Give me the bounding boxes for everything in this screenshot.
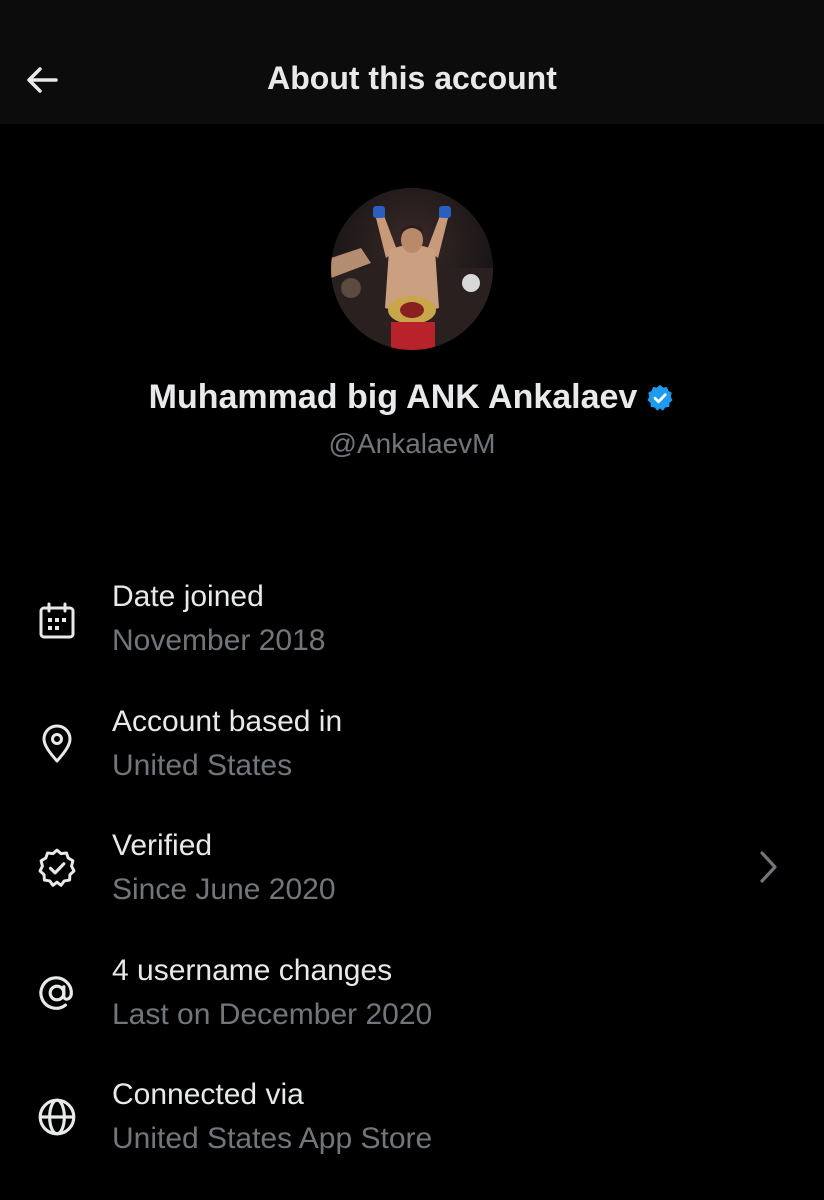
detail-value: Since June 2020 [112, 873, 336, 906]
verified-badge-icon[interactable] [645, 383, 675, 413]
detail-label: Account based in [112, 705, 343, 738]
detail-row-account-based-in: Account based in United States [0, 703, 824, 803]
display-name: Muhammad big ANK Ankalaev [148, 378, 638, 416]
detail-value: United States App Store [112, 1122, 433, 1155]
detail-row-username-changes: 4 username changes Last on December 2020 [0, 952, 824, 1052]
detail-label: Connected via [112, 1078, 304, 1111]
detail-row-date-joined: Date joined November 2018 [0, 578, 824, 678]
detail-value: Last on December 2020 [112, 998, 433, 1031]
location-pin-icon [34, 721, 80, 767]
detail-row-connected-via: Connected via United States App Store [0, 1076, 824, 1176]
detail-value: November 2018 [112, 624, 326, 657]
display-name-row: Muhammad big ANK Ankalaev [0, 378, 824, 417]
detail-value: United States [112, 749, 293, 782]
globe-icon [34, 1094, 80, 1140]
at-sign-icon [34, 970, 80, 1016]
calendar-icon [34, 598, 80, 644]
chevron-right-icon[interactable] [752, 847, 784, 887]
page-title: About this account [267, 60, 557, 96]
detail-label: Date joined [112, 580, 264, 613]
profile-photo [331, 188, 493, 350]
handle: @AnkalaevM [328, 428, 496, 459]
avatar[interactable] [331, 188, 493, 350]
verified-badge-icon [34, 845, 80, 891]
detail-row-verified[interactable]: Verified Since June 2020 [0, 827, 824, 927]
detail-label: Verified [112, 829, 213, 862]
detail-label: 4 username changes [112, 954, 393, 987]
top-bar: About this account [0, 0, 824, 124]
